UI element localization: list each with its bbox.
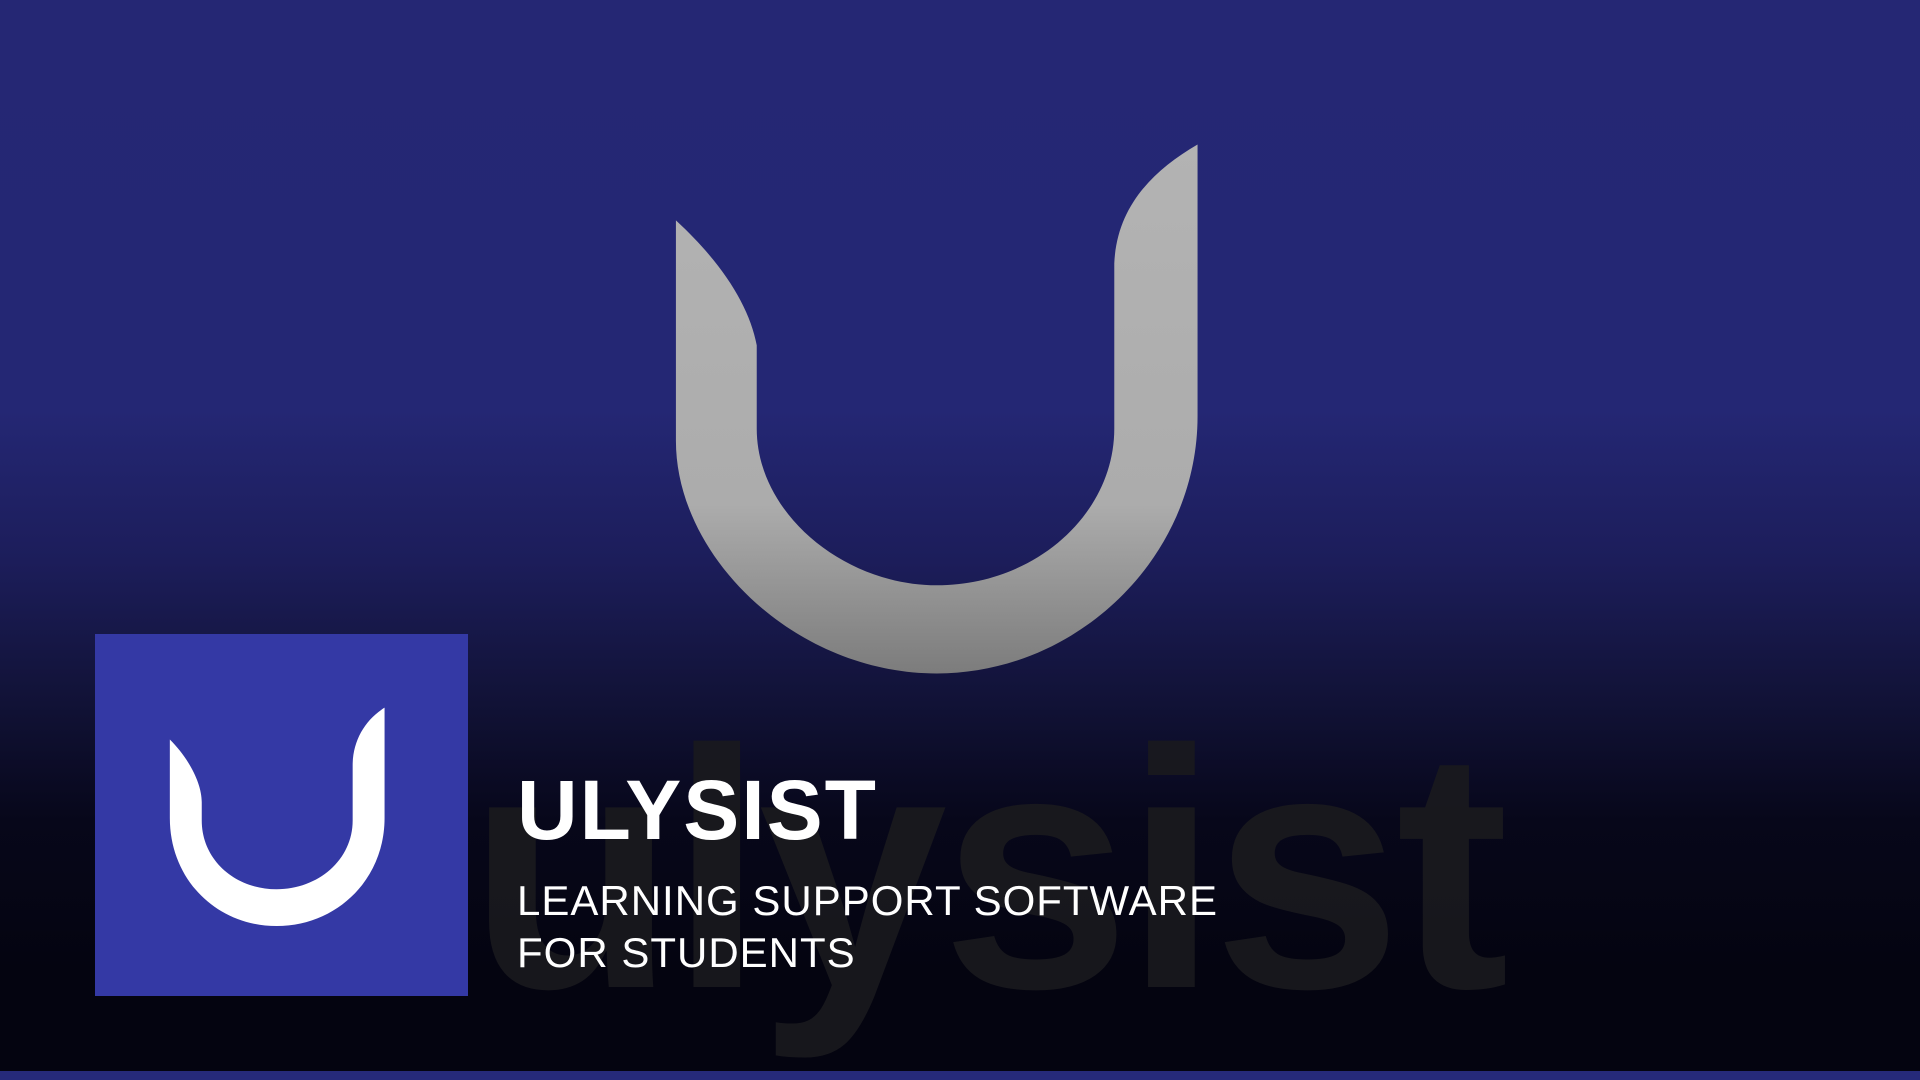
large-u-logo-shape <box>675 144 1198 674</box>
u-logo-icon <box>169 707 385 927</box>
app-icon-tile <box>95 634 468 996</box>
bottom-accent-bar <box>0 1071 1920 1080</box>
tagline-line-2: FOR STUDENTS <box>517 929 856 976</box>
tagline-line-1: LEARNING SUPPORT SOFTWARE <box>517 877 1218 924</box>
app-title: ULYSIST <box>517 763 878 857</box>
